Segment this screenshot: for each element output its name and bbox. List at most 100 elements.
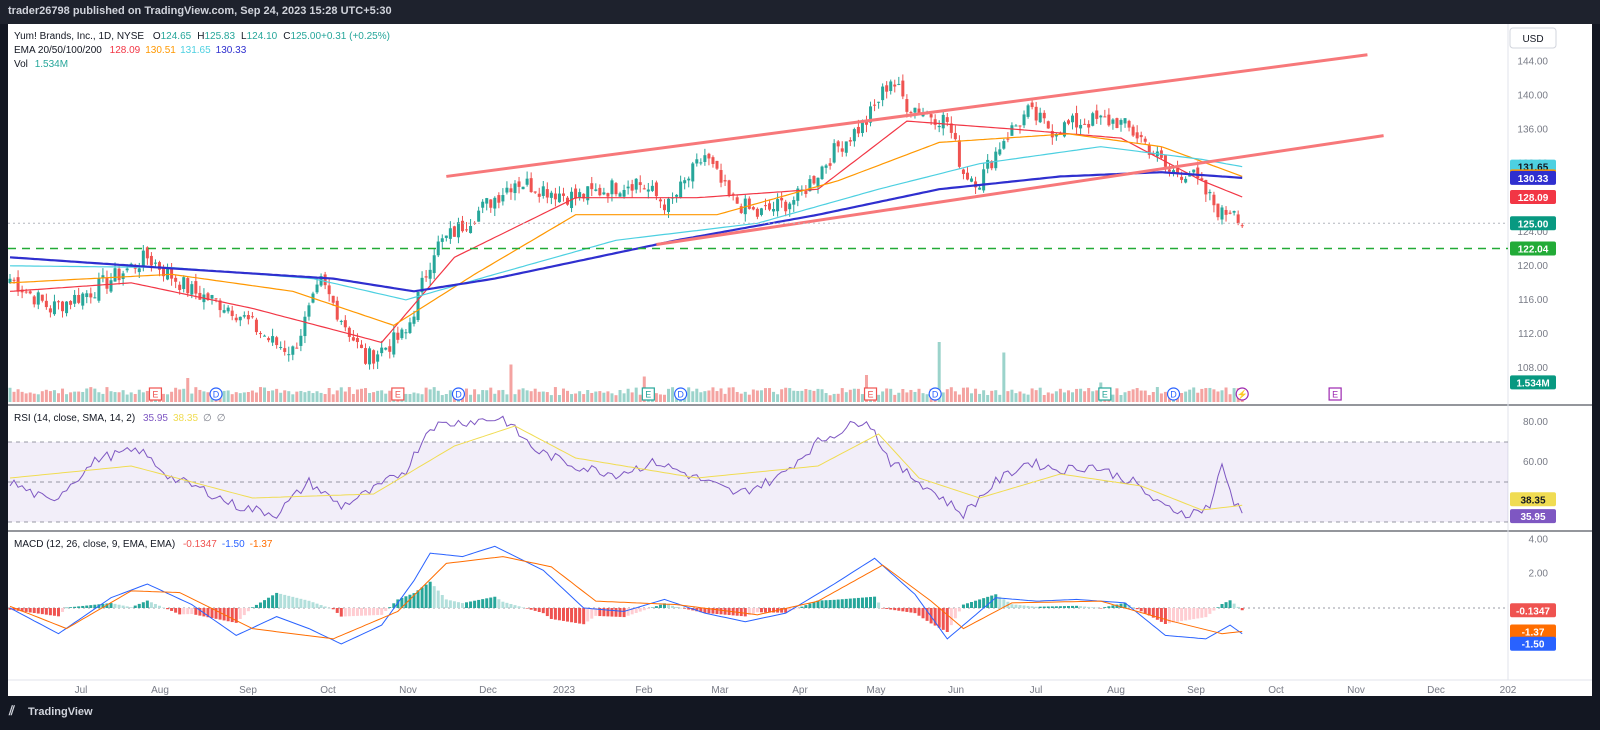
candle-body [961,169,965,174]
candle-body [517,181,521,187]
candle-body [497,195,501,203]
macd-hist-bar [1014,604,1018,608]
macd-hist-bar [339,608,343,617]
macd-hist-bar [719,608,723,615]
candle-body [1143,138,1147,142]
volume-bar [1079,388,1083,402]
volume-bar [1111,394,1115,402]
macd-hist-bar [145,600,149,608]
x-axis-label: Aug [1107,685,1125,696]
macd-hist-bar [642,608,646,611]
macd-hist-bar [388,607,392,608]
volume-bar [44,389,48,402]
macd-hist-bar [881,608,885,609]
macd-hist-bar [364,608,368,616]
macd-hist-bar [77,606,81,608]
volume-bar [945,389,949,402]
x-axis-label: May [867,685,886,696]
ohlc-key: C [283,31,290,42]
volume-bar [1018,391,1022,402]
chart-svg[interactable]: E D E D E D E D E D ⚡ E 108.00 112.00 116.00 120.00 124… [8,24,1592,696]
macd-hist-bar [852,598,856,608]
candle-body [246,315,250,320]
candle-body [727,180,731,196]
volume-bar [561,388,565,402]
candle-body [77,294,81,303]
volume-bar [994,390,998,402]
candle-body [804,190,808,194]
volume-bar [1071,392,1075,402]
candle-body [889,81,893,92]
candle-body [283,348,287,352]
macd-hist-bar [533,608,537,611]
candle-body [836,141,840,147]
macd-hist-bar [291,596,295,608]
volume-bar [275,388,279,402]
event-marker-label: E [1332,390,1338,400]
candle-body [1167,169,1171,172]
volume-bar [481,390,485,402]
macd-hist-bar [561,608,565,621]
macd-hist-bar [121,605,125,608]
volume-bar [1131,389,1135,402]
macd-hist-bar [949,608,953,626]
candle-body [768,203,772,210]
volume-bar [404,393,408,402]
macd-hist-bar [481,599,485,608]
candle-body [1232,211,1236,213]
candle-body [626,186,630,189]
volume-bar [368,392,372,402]
candle-body [856,126,860,134]
candle-body [174,277,178,282]
macd-hist-bar [157,605,161,608]
candle-body [557,193,561,203]
candle-body [372,350,376,364]
macd-hist-bar [570,608,574,623]
tradingview-logo[interactable]: ⫽ TradingView [0,696,200,725]
candle-body [166,267,170,280]
macd-hist-bar [331,608,335,610]
x-axis-label: Dec [479,685,497,696]
candle-body [549,192,553,198]
macd-hist-bar [174,608,178,613]
candle-body [153,262,157,264]
candle-body [873,104,877,106]
volume-bar [489,387,493,402]
macd-hist-bar [186,608,190,615]
macd-hist-bar [974,600,978,608]
volume-bar [1184,391,1188,402]
macd-hist-bar [856,597,860,608]
volume-bar [258,387,262,402]
macd-hist-bar [909,608,913,613]
volume-bar [133,393,137,402]
macd-hist-bar [885,608,889,609]
volume-bar [533,388,537,402]
macd-hist-bar [877,602,881,608]
candle-body [1236,214,1240,224]
volume-bar [557,394,561,402]
volume-bar [630,392,634,402]
currency-label: USD [1522,34,1543,45]
volume-bar [566,390,570,402]
candle-body [998,149,1002,155]
bottom-bar: ⫽ TradingView [0,696,1600,725]
candle-body [32,296,36,305]
macd-hist-bar [634,608,638,613]
candle-body [553,193,557,200]
candle-body [194,281,198,294]
volume-bar [1208,387,1212,402]
candle-body [339,320,343,322]
macd-hist-bar [420,587,424,608]
candle-body [452,226,456,237]
volume-bar [101,393,105,402]
candle-body [465,229,469,231]
volume-bar [178,389,182,402]
volume-bar [578,391,582,402]
macd-hist-bar [28,608,32,613]
candle-body [792,200,796,205]
volume-bar [848,389,852,402]
x-axis-label: Apr [792,685,808,696]
currency-button[interactable]: USD [1509,27,1557,49]
macd-hist-bar [125,606,129,608]
volume-bar [77,391,81,402]
